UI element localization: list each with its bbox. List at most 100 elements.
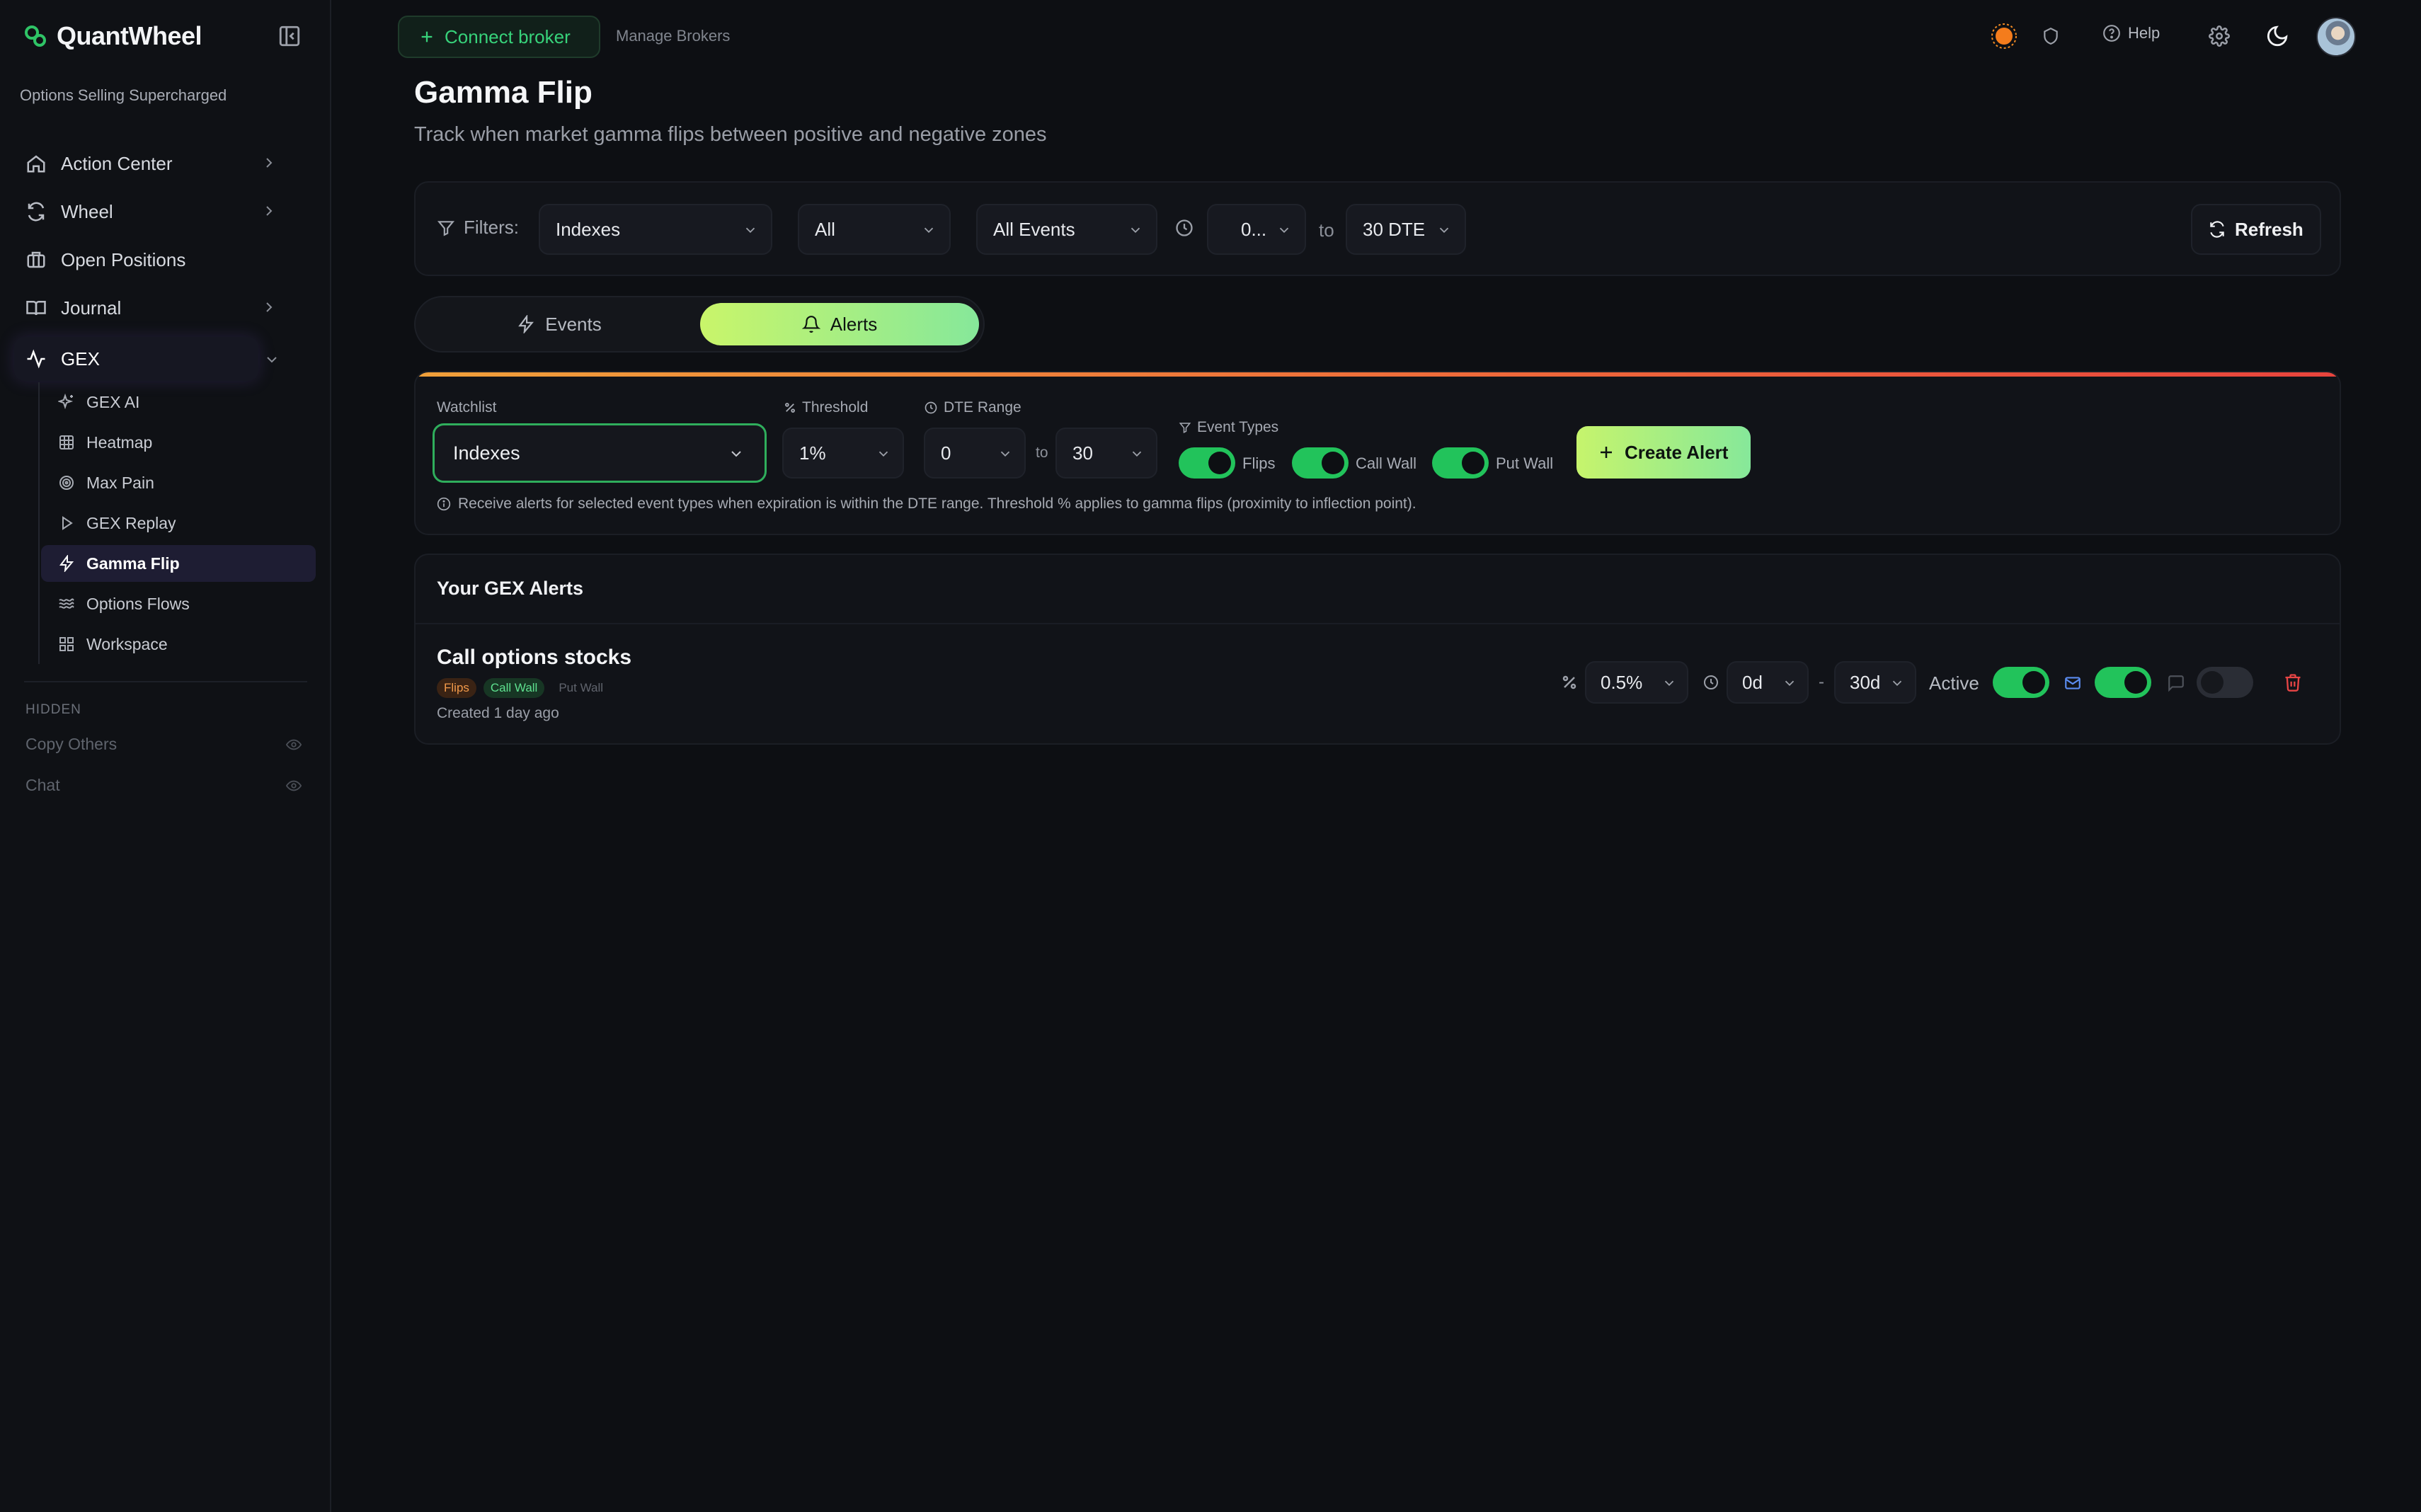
- threshold-select[interactable]: 1%: [782, 428, 904, 479]
- alert-info-note: Receive alerts for selected event types …: [437, 496, 1416, 512]
- sidebar-item-gex[interactable]: GEX: [14, 337, 258, 381]
- manage-brokers-link[interactable]: Manage Brokers: [616, 27, 730, 45]
- tagline: Options Selling Supercharged: [20, 86, 227, 104]
- sidebar-item-workspace[interactable]: Workspace: [41, 626, 316, 663]
- sidebar-item-heatmap[interactable]: Heatmap: [41, 424, 316, 461]
- flips-toggle-label: Flips: [1242, 454, 1276, 472]
- zap-icon: [58, 555, 75, 572]
- chevron-down-icon: [1128, 222, 1143, 238]
- moon-icon[interactable]: [2262, 21, 2292, 51]
- sidebar-item-gex-ai[interactable]: GEX AI: [41, 384, 316, 420]
- help-label: Help: [2128, 24, 2160, 42]
- refresh-cycle-icon: [25, 201, 47, 222]
- alert-dte-from-select[interactable]: 0d: [1727, 661, 1809, 704]
- alert-created-time: Created 1 day ago: [437, 705, 559, 721]
- sidebar-sub-label: Options Flows: [86, 594, 190, 613]
- watchlist-value: Indexes: [453, 442, 520, 464]
- create-alert-button[interactable]: Create Alert: [1576, 426, 1751, 479]
- sidebar-item-wheel[interactable]: Wheel: [14, 190, 293, 234]
- dte-to-select[interactable]: 30: [1055, 428, 1157, 479]
- tab-events-label: Events: [545, 313, 602, 335]
- watchlist-label-text: Watchlist: [437, 399, 497, 416]
- chevron-down-icon: [1436, 222, 1452, 238]
- event-filter-select[interactable]: All Events: [976, 204, 1157, 255]
- sidebar-divider: [24, 681, 307, 682]
- home-icon: [25, 153, 47, 174]
- dte-from-select[interactable]: 0...: [1207, 204, 1306, 255]
- help-circle-icon: [2102, 24, 2121, 42]
- call-wall-toggle[interactable]: [1292, 447, 1349, 479]
- sidebar-item-chat[interactable]: Chat: [25, 776, 302, 795]
- put-wall-toggle-label: Put Wall: [1496, 454, 1554, 472]
- sidebar-item-copy-others[interactable]: Copy Others: [25, 735, 302, 754]
- alert-active-toggle[interactable]: [1993, 667, 2049, 698]
- help-button[interactable]: Help: [2102, 24, 2160, 42]
- market-status-icon[interactable]: [1989, 21, 2019, 51]
- trash-icon[interactable]: [2283, 672, 2303, 692]
- sidebar-sub-label: Gamma Flip: [86, 554, 180, 573]
- sidebar-sub-label: Heatmap: [86, 433, 153, 452]
- scope-filter-select[interactable]: All: [798, 204, 951, 255]
- eye-icon[interactable]: [286, 737, 302, 752]
- chevron-down-icon: [1661, 675, 1677, 691]
- clock-icon: [1174, 218, 1194, 238]
- filters-label: Filters:: [437, 217, 519, 239]
- chevron-right-icon: [261, 154, 277, 171]
- plus-icon: [419, 29, 435, 45]
- page-subtitle: Track when market gamma flips between po…: [414, 123, 1047, 146]
- tab-events[interactable]: Events: [423, 303, 696, 345]
- create-alert-label: Create Alert: [1625, 441, 1729, 463]
- sidebar-item-gamma-flip[interactable]: Gamma Flip: [41, 545, 316, 582]
- sidebar-item-options-flows[interactable]: Options Flows: [41, 585, 316, 622]
- dte-from-select[interactable]: 0: [924, 428, 1026, 479]
- refresh-button[interactable]: Refresh: [2191, 204, 2321, 255]
- alert-dte-from-value: 0d: [1742, 671, 1763, 693]
- tab-alerts[interactable]: Alerts: [700, 303, 979, 345]
- event-types-label: Event Types: [1179, 419, 1278, 436]
- eye-icon[interactable]: [286, 778, 302, 794]
- user-avatar[interactable]: [2316, 17, 2356, 57]
- sidebar-item-journal[interactable]: Journal: [14, 286, 293, 330]
- sidebar-sub-label: Workspace: [86, 634, 168, 653]
- gex-alerts-heading: Your GEX Alerts: [437, 578, 584, 599]
- watchlist-select[interactable]: Indexes: [433, 423, 767, 483]
- clock-icon: [924, 401, 938, 415]
- chevron-down-icon: [876, 446, 891, 462]
- sidebar-item-gex-replay[interactable]: GEX Replay: [41, 505, 316, 542]
- alert-threshold-select[interactable]: 0.5%: [1585, 661, 1688, 704]
- connect-broker-button[interactable]: Connect broker: [398, 16, 600, 58]
- sidebar-item-max-pain[interactable]: Max Pain: [41, 464, 316, 501]
- gear-icon[interactable]: [2204, 21, 2234, 51]
- alert-threshold-value: 0.5%: [1601, 671, 1643, 693]
- sidebar-item-label: GEX: [61, 348, 100, 370]
- sidebar-item-label: Open Positions: [61, 248, 186, 270]
- toggle-knob: [2201, 671, 2223, 694]
- chevron-down-icon: [997, 446, 1013, 462]
- sidebar-item-open-positions[interactable]: Open Positions: [14, 238, 293, 282]
- chevron-right-icon: [261, 299, 277, 316]
- email-notify-toggle[interactable]: [2095, 667, 2151, 698]
- dte-to-value: 30 DTE: [1363, 218, 1426, 240]
- brand-logo[interactable]: QuantWheel: [24, 21, 202, 51]
- chevron-down-icon: [921, 222, 937, 238]
- to-label: to: [1319, 219, 1334, 241]
- sidebar-item-action-center[interactable]: Action Center: [14, 142, 293, 185]
- dte-to-select[interactable]: 30 DTE: [1346, 204, 1466, 255]
- chevron-down-icon[interactable]: [263, 351, 280, 368]
- tag-put-wall: Put Wall: [559, 681, 604, 694]
- toggle-knob: [1462, 452, 1484, 474]
- put-wall-toggle[interactable]: [1432, 447, 1489, 479]
- alert-dte-to-select[interactable]: 30d: [1834, 661, 1916, 704]
- flips-toggle[interactable]: [1179, 447, 1235, 479]
- chat-notify-toggle[interactable]: [2197, 667, 2253, 698]
- collapse-sidebar-icon[interactable]: [277, 24, 302, 48]
- message-icon: [2167, 674, 2185, 692]
- dte-to-word: to: [1036, 445, 1048, 461]
- dte-range-dash: -: [1819, 672, 1824, 692]
- filter-bar: Filters: Indexes All All Events 0... to …: [414, 181, 2341, 276]
- sidebar-sub-label: GEX Replay: [86, 513, 176, 532]
- waves-icon: [58, 595, 75, 612]
- shield-icon[interactable]: [2036, 21, 2066, 51]
- hidden-section-heading: HIDDEN: [25, 702, 81, 717]
- watchlist-filter-select[interactable]: Indexes: [539, 204, 772, 255]
